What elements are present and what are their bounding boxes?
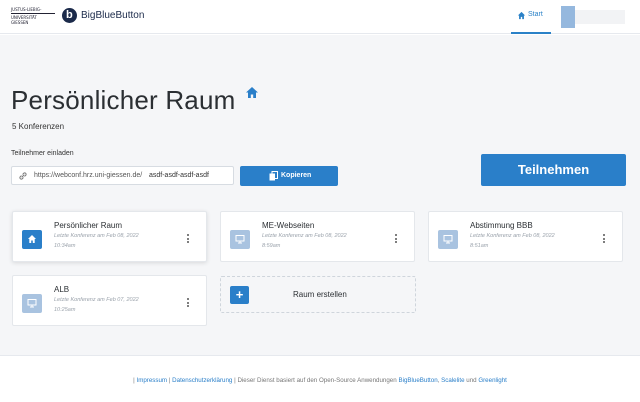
copy-button-label: Kopieren <box>281 172 312 179</box>
university-logo-line2: UNIVERSITÄT GIESSEN <box>11 15 37 25</box>
last-conference: Letzte Konferenz am Feb 07, 2022 <box>54 297 139 303</box>
presentation-icon <box>22 294 42 313</box>
presentation-icon <box>438 230 458 249</box>
copy-icon <box>269 171 278 181</box>
impressum-link[interactable]: Impressum <box>136 377 167 384</box>
last-conference: Letzte Konferenz am Feb 08, 2022 <box>470 233 555 239</box>
last-conference: Letzte Konferenz am Feb 08, 2022 <box>262 233 347 239</box>
join-button[interactable]: Teilnehmen <box>481 154 626 186</box>
page-title: Persönlicher Raum <box>11 85 236 115</box>
privacy-link[interactable]: Datenschutzerklärung <box>172 377 232 384</box>
home-icon <box>517 11 526 20</box>
last-conference-time: 10:34am <box>54 243 76 249</box>
logo-divider <box>11 13 55 14</box>
university-logo[interactable]: JUSTUS-LIEBIG- UNIVERSITÄT GIESSEN <box>11 7 55 26</box>
more-options-icon[interactable] <box>603 234 606 243</box>
avatar <box>561 6 575 28</box>
create-room-label: Raum erstellen <box>293 290 347 299</box>
copy-button[interactable]: Kopieren <box>240 166 338 186</box>
more-options-icon[interactable] <box>395 234 398 243</box>
link-icon <box>19 172 27 180</box>
room-name: Abstimmung BBB <box>470 221 533 230</box>
bigbluebutton-logo-icon[interactable] <box>62 8 77 23</box>
footer-text: Dieser Dienst basiert auf den Open-Sourc… <box>237 377 397 384</box>
nav-start-label: Start <box>528 11 543 18</box>
user-name-blurred <box>575 10 625 24</box>
room-name: ME-Webseiten <box>262 221 315 230</box>
top-navbar: JUSTUS-LIEBIG- UNIVERSITÄT GIESSEN BigBl… <box>0 0 640 34</box>
invite-url-field[interactable]: https://webconf.hrz.uni-giessen.de/ asdf… <box>11 166 234 185</box>
footer-separator: | <box>133 377 135 384</box>
room-name: Persönlicher Raum <box>54 221 123 230</box>
footer-separator: | <box>168 377 171 384</box>
room-name: ALB <box>54 285 70 294</box>
scalelite-link[interactable]: Scalelite <box>441 377 464 384</box>
home-icon <box>22 230 42 249</box>
more-options-icon[interactable] <box>187 234 190 243</box>
last-conference-time: 8:59am <box>262 243 281 249</box>
invite-url: https://webconf.hrz.uni-giessen.de/ <box>34 172 143 179</box>
greenlight-link[interactable]: Greenlight <box>478 377 507 384</box>
user-avatar-blurred[interactable] <box>561 6 625 28</box>
bigbluebutton-link[interactable]: BigBlueButton <box>398 377 437 384</box>
room-card-abstimmung-bbb[interactable]: Abstimmung BBB Letzte Konferenz am Feb 0… <box>428 211 623 262</box>
create-room-button[interactable]: + Raum erstellen <box>220 276 416 313</box>
room-card-persoenlicher-raum[interactable]: Persönlicher Raum Letzte Konferenz am Fe… <box>12 211 207 262</box>
last-conference: Letzte Konferenz am Feb 08, 2022 <box>54 233 139 239</box>
footer-and: und <box>466 377 477 384</box>
footer-links: | Impressum | Datenschutzerklärung | Die… <box>0 377 640 384</box>
footer: | Impressum | Datenschutzerklärung | Die… <box>0 355 640 402</box>
more-options-icon[interactable] <box>187 298 190 307</box>
invite-url-suffix[interactable]: asdf-asdf-asdf-asdf <box>146 168 212 183</box>
home-icon <box>246 87 258 98</box>
footer-separator: | <box>234 377 236 384</box>
room-card-alb[interactable]: ALB Letzte Konferenz am Feb 07, 2022 10:… <box>12 275 207 326</box>
last-conference-time: 8:51am <box>470 243 489 249</box>
brand-name[interactable]: BigBlueButton <box>81 10 144 21</box>
university-logo-line1: JUSTUS-LIEBIG- <box>11 7 42 12</box>
room-card-me-webseiten[interactable]: ME-Webseiten Letzte Konferenz am Feb 08,… <box>220 211 415 262</box>
plus-icon: + <box>230 286 249 304</box>
nav-start-tab[interactable]: Start <box>511 0 551 34</box>
footer-comma: , <box>437 377 440 384</box>
presentation-icon <box>230 230 250 249</box>
invite-label: Teilnehmer einladen <box>11 150 74 157</box>
conference-count: 5 Konferenzen <box>12 122 65 131</box>
last-conference-time: 10:25am <box>54 307 76 313</box>
